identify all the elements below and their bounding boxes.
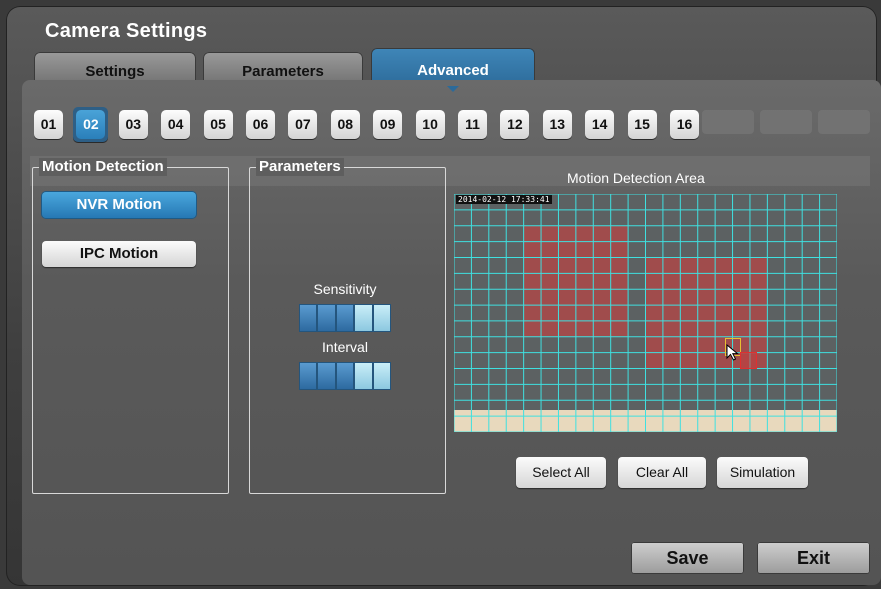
slider-segment [373, 305, 391, 331]
parameters-legend: Parameters [256, 158, 344, 176]
channel-button-16[interactable]: 16 [670, 110, 699, 139]
select-all-button[interactable]: Select All [516, 457, 606, 488]
exit-button[interactable]: Exit [757, 542, 870, 574]
active-tab-indicator [447, 86, 459, 92]
slider-segment [336, 363, 354, 389]
channel-button-03[interactable]: 03 [118, 110, 148, 139]
ghost-element [760, 110, 812, 134]
channel-button-13[interactable]: 13 [542, 110, 572, 139]
channel-button-09[interactable]: 09 [373, 110, 403, 139]
interval-slider[interactable] [299, 362, 391, 390]
channel-button-08[interactable]: 08 [330, 110, 360, 139]
camera-timestamp: 2014-02-12 17:33:41 [456, 195, 552, 204]
window-title: Camera Settings [45, 20, 208, 42]
motion-detection-area-title: Motion Detection Area [567, 170, 705, 186]
grid-lines [454, 194, 837, 432]
slider-segment [300, 305, 317, 331]
motion-detection-grid[interactable]: 2014-02-12 17:33:41 [454, 194, 837, 432]
nvr-motion-button[interactable]: NVR Motion [42, 192, 196, 218]
channel-button-12[interactable]: 12 [500, 110, 530, 139]
ghost-element [702, 110, 754, 134]
ipc-motion-button[interactable]: IPC Motion [42, 241, 196, 267]
ghost-element [818, 110, 870, 134]
slider-segment [336, 305, 354, 331]
channel-button-07[interactable]: 07 [288, 110, 318, 139]
motion-detection-legend: Motion Detection [39, 158, 167, 176]
mouse-pointer-icon [726, 344, 739, 361]
slider-segment [318, 305, 335, 331]
channel-button-10[interactable]: 10 [415, 110, 445, 139]
clear-all-button[interactable]: Clear All [618, 457, 706, 488]
slider-segment [355, 305, 372, 331]
channel-button-04[interactable]: 04 [161, 110, 191, 139]
sensitivity-slider[interactable] [299, 304, 391, 332]
interval-label: Interval [322, 339, 368, 355]
sensitivity-label: Sensitivity [313, 281, 377, 297]
selection-cell-marker [740, 352, 757, 369]
channel-button-06[interactable]: 06 [246, 110, 275, 139]
slider-segment [300, 363, 317, 389]
channel-button-02[interactable]: 02 [73, 107, 109, 142]
save-button[interactable]: Save [631, 542, 744, 574]
slider-segment [318, 363, 335, 389]
channel-button-14[interactable]: 14 [585, 110, 615, 139]
simulation-button[interactable]: Simulation [717, 457, 808, 488]
channel-button-label: 02 [76, 110, 106, 139]
channel-button-15[interactable]: 15 [627, 110, 657, 139]
channel-button-01[interactable]: 01 [34, 110, 63, 139]
channel-button-11[interactable]: 11 [458, 110, 487, 139]
slider-segment [355, 363, 372, 389]
channel-button-05[interactable]: 05 [203, 110, 233, 139]
slider-segment [373, 363, 391, 389]
